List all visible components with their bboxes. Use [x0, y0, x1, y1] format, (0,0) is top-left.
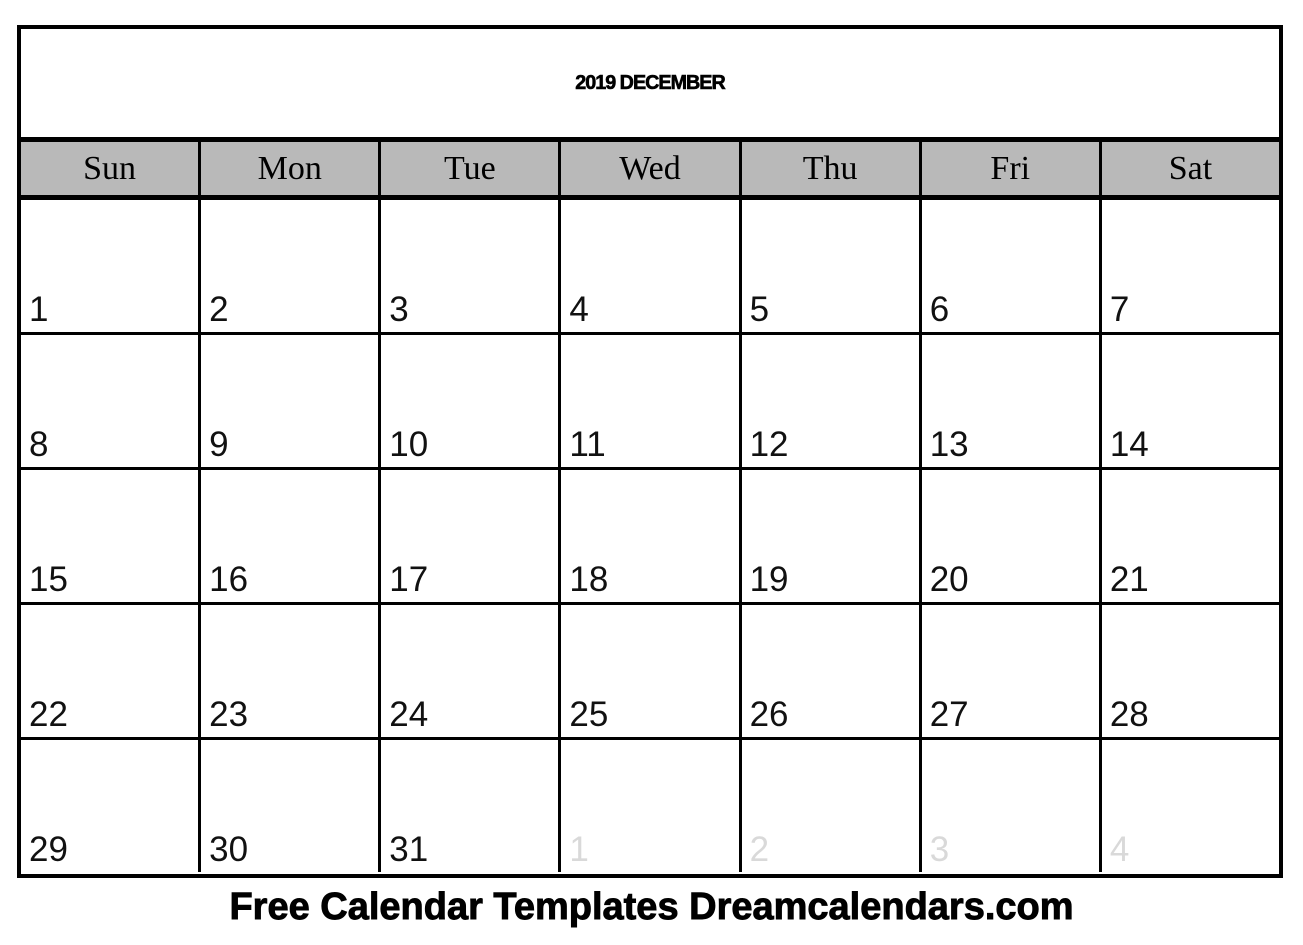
day-number: 21 — [1109, 560, 1149, 599]
day-cell[interactable]: 25 — [561, 605, 742, 737]
weekday-header-sat: Sat — [1101, 142, 1279, 195]
day-number: 2 — [209, 290, 229, 329]
day-number: 2 — [749, 830, 770, 869]
day-cell[interactable]: 1 — [561, 740, 742, 872]
day-number: 3 — [389, 290, 409, 329]
day-number: 17 — [389, 560, 429, 599]
day-number: 30 — [209, 830, 249, 869]
calendar-page: 2019 DECEMBER Sun Mon Tue Wed Thu Fri Sat 1234… — [0, 0, 1303, 945]
day-cell[interactable]: 9 — [201, 335, 382, 467]
weekday-header-fri: Fri — [921, 142, 1102, 195]
day-number: 10 — [389, 425, 429, 464]
day-cell[interactable]: 31 — [381, 740, 562, 872]
day-cell[interactable]: 30 — [201, 740, 382, 872]
day-number: 20 — [929, 560, 969, 599]
day-number: 22 — [29, 695, 68, 734]
day-cell[interactable]: 2 — [741, 740, 922, 872]
day-cell[interactable]: 11 — [561, 335, 742, 467]
day-cell[interactable]: 16 — [201, 470, 382, 602]
day-cell[interactable]: 19 — [741, 470, 922, 602]
day-cell[interactable]: 24 — [381, 605, 562, 737]
day-cell[interactable]: 18 — [561, 470, 742, 602]
day-cell[interactable]: 3 — [921, 740, 1102, 872]
date-grid: 1 2 3 4 5 6 7 8 9 10 11 12 13 14 15 16 17 18 19 20 21 22 23 24 2… — [21, 200, 1279, 872]
day-number: 12 — [749, 425, 789, 464]
day-cell[interactable]: 28 — [1101, 605, 1279, 737]
day-cell[interactable]: 8 — [21, 335, 202, 467]
day-cell[interactable]: 15 — [21, 470, 202, 602]
weekday-header-wed: Wed — [561, 142, 742, 195]
day-number: 5 — [749, 290, 770, 329]
day-number: 4 — [569, 290, 589, 329]
day-cell[interactable]: 13 — [921, 335, 1102, 467]
day-cell[interactable]: 2 — [201, 200, 382, 332]
day-number: 18 — [569, 560, 609, 599]
day-number: 11 — [569, 425, 606, 464]
weekday-header-row: Sun Mon Tue Wed Thu Fri Sat — [21, 142, 1279, 200]
day-number: 19 — [749, 560, 789, 599]
day-number: 24 — [389, 695, 429, 734]
day-cell[interactable]: 20 — [921, 470, 1102, 602]
day-number: 23 — [209, 695, 249, 734]
week-row: 1 2 3 4 5 6 7 — [21, 200, 1279, 335]
week-row: 8 9 10 11 12 13 14 — [21, 335, 1279, 470]
day-number: 14 — [1109, 425, 1149, 464]
day-cell[interactable]: 23 — [201, 605, 382, 737]
day-number: 31 — [389, 830, 429, 869]
day-cell[interactable]: 5 — [741, 200, 922, 332]
week-row: 15 16 17 18 19 20 21 — [21, 470, 1279, 605]
day-number: 16 — [209, 560, 249, 599]
day-cell[interactable]: 21 — [1101, 470, 1279, 602]
weekday-header-mon: Mon — [201, 142, 382, 195]
day-number: 9 — [209, 425, 229, 464]
day-cell[interactable]: 14 — [1101, 335, 1279, 467]
day-number: 3 — [929, 830, 950, 869]
day-cell[interactable]: 10 — [381, 335, 562, 467]
day-number: 26 — [749, 695, 789, 734]
day-number: 29 — [29, 830, 68, 869]
footer-credit: Free Calendar Templates Dreamcalendars.c… — [229, 886, 1074, 929]
day-cell[interactable]: 4 — [561, 200, 742, 332]
day-number: 4 — [1109, 830, 1130, 869]
day-cell[interactable]: 26 — [741, 605, 922, 737]
day-number: 13 — [929, 425, 969, 464]
calendar-title-band: 2019 DECEMBER — [21, 29, 1279, 142]
day-number: 7 — [1109, 290, 1130, 329]
calendar-frame: 2019 DECEMBER Sun Mon Tue Wed Thu Fri Sat 1234… — [17, 25, 1283, 878]
day-cell[interactable]: 6 — [921, 200, 1102, 332]
day-cell[interactable]: 27 — [921, 605, 1102, 737]
day-number: 27 — [929, 695, 969, 734]
day-number: 8 — [29, 425, 49, 464]
day-cell[interactable]: 7 — [1101, 200, 1279, 332]
day-cell[interactable]: 4 — [1101, 740, 1279, 872]
day-number: 6 — [929, 290, 950, 329]
day-number: 25 — [569, 695, 609, 734]
calendar-title: 2019 DECEMBER — [575, 72, 726, 94]
weekday-header-tue: Tue — [381, 142, 562, 195]
day-number: 15 — [29, 560, 68, 599]
weekday-header-thu: Thu — [741, 142, 922, 195]
weekday-header-sun: Sun — [21, 142, 202, 195]
week-row: 22 23 24 25 26 27 28 — [21, 605, 1279, 740]
day-cell[interactable]: 22 — [21, 605, 202, 737]
day-cell[interactable]: 29 — [21, 740, 202, 872]
day-number: 1 — [29, 290, 49, 329]
week-row: 29 30 31 1 2 3 4 — [21, 740, 1279, 872]
day-cell[interactable]: 12 — [741, 335, 922, 467]
day-cell[interactable]: 1 — [21, 200, 202, 332]
day-cell[interactable]: 3 — [381, 200, 562, 332]
day-number: 1 — [569, 830, 589, 869]
day-number: 28 — [1109, 695, 1149, 734]
day-cell[interactable]: 17 — [381, 470, 562, 602]
